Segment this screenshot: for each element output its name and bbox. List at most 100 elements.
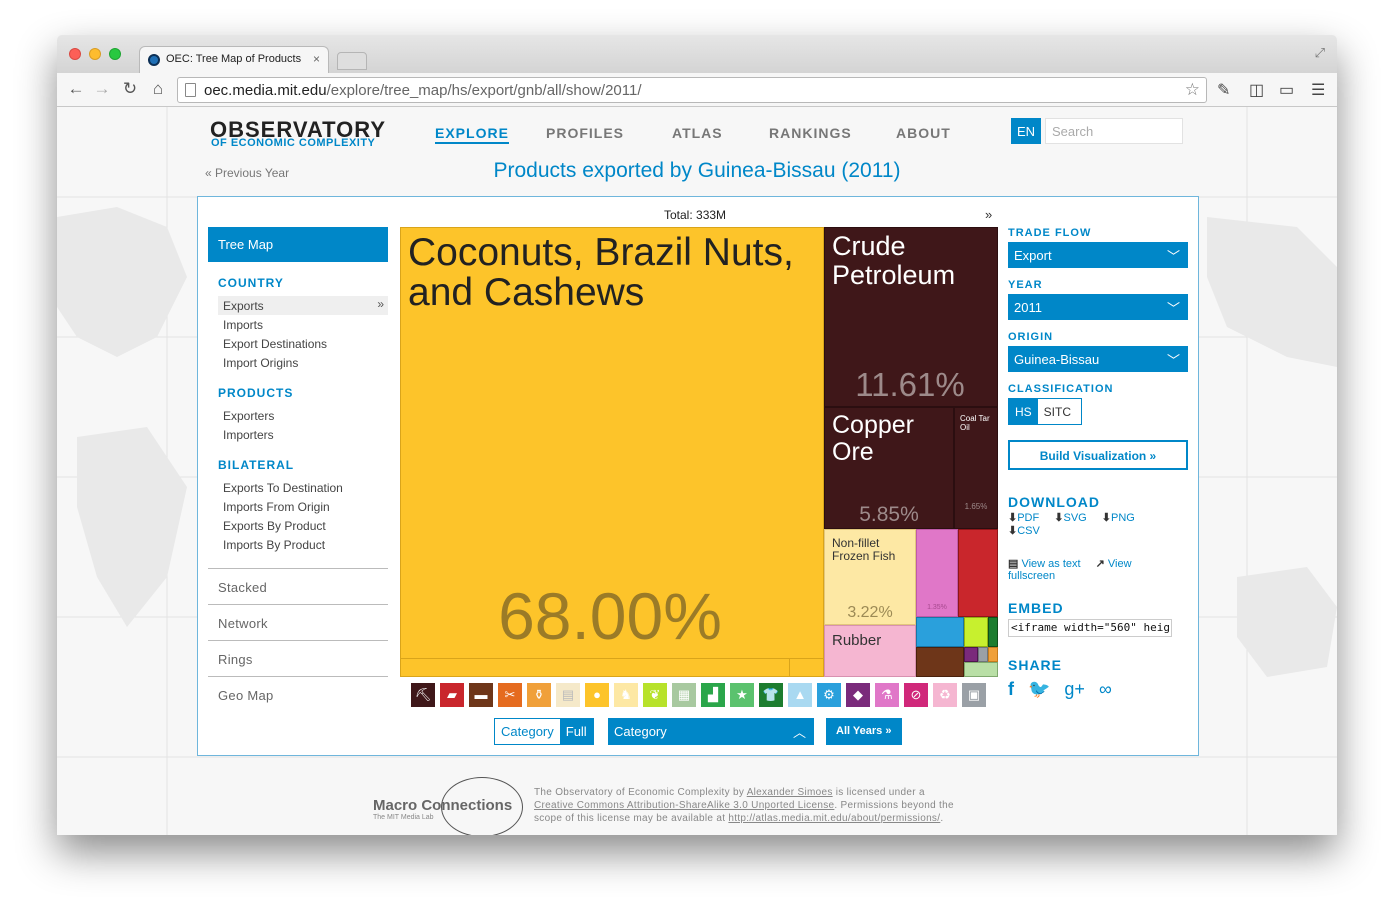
diamond-icon[interactable]: ◆	[846, 683, 870, 707]
dress-icon[interactable]: ▲	[788, 683, 812, 707]
tile-crude-petroleum[interactable]: Crude Petroleum 11.61%	[824, 227, 998, 407]
tile-red[interactable]	[958, 529, 998, 617]
screen-icon[interactable]: ▭	[1279, 80, 1294, 100]
shirt-icon[interactable]: 👕	[759, 683, 783, 707]
expand-arrow-icon[interactable]: »	[985, 207, 992, 222]
tile-purple[interactable]	[964, 647, 978, 662]
all-years-button[interactable]: All Years »	[826, 718, 902, 745]
classification-toggle[interactable]: HS SITC	[1008, 398, 1082, 425]
machine-icon[interactable]: ▦	[672, 683, 696, 707]
star-icon[interactable]: ★	[730, 683, 754, 707]
back-icon[interactable]: ←	[65, 79, 87, 99]
tile-orange[interactable]	[988, 647, 998, 662]
tile-pink[interactable]: 1.35%	[916, 529, 958, 617]
tile-rubber[interactable]: Rubber	[824, 625, 916, 677]
paper-icon[interactable]: ▤	[556, 683, 580, 707]
tile-copper-ore[interactable]: Copper Ore 5.85%	[824, 407, 954, 529]
tile-lime[interactable]	[964, 617, 988, 647]
fullscreen-icon[interactable]: ⤢	[1315, 45, 1325, 61]
year-select[interactable]: 2011 ﹀	[1008, 294, 1188, 320]
tile-blue[interactable]	[916, 617, 964, 647]
toggle-category-option[interactable]: Category	[495, 719, 560, 744]
sidebar-link-geo-map[interactable]: Geo Map	[208, 676, 388, 712]
sidebar-link-rings[interactable]: Rings	[208, 640, 388, 676]
tile-frozen-fish[interactable]: Non-fillet Frozen Fish 3.22%	[824, 529, 916, 625]
anvil-icon[interactable]: ▬	[469, 683, 493, 707]
nav-atlas[interactable]: ATLAS	[672, 125, 723, 141]
sidebar-item-exports[interactable]: Exports »	[218, 296, 388, 315]
language-button[interactable]: EN	[1011, 118, 1041, 144]
new-tab-button[interactable]	[337, 52, 367, 70]
trade-flow-select[interactable]: Export ﹀	[1008, 242, 1188, 268]
forward-icon[interactable]: →	[91, 79, 113, 99]
search-input[interactable]: Search	[1045, 118, 1183, 144]
grain-icon[interactable]: ❦	[643, 683, 667, 707]
tile-green[interactable]	[988, 617, 998, 647]
tools-icon[interactable]: ✂	[498, 683, 522, 707]
recycle-icon[interactable]: ♻	[933, 683, 957, 707]
wrench-icon[interactable]: ✎	[1217, 80, 1230, 100]
close-window-button[interactable]	[69, 48, 81, 60]
build-visualization-button[interactable]: Build Visualization »	[1008, 440, 1188, 470]
google-plus-icon[interactable]: g+	[1064, 679, 1085, 699]
flask-icon[interactable]: ⚗	[875, 683, 899, 707]
classification-sitc-option[interactable]: SITC	[1038, 399, 1077, 424]
download-svg-link[interactable]: ⬇SVG	[1054, 512, 1092, 524]
minimize-window-button[interactable]	[89, 48, 101, 60]
nav-rankings[interactable]: RANKINGS	[769, 125, 852, 141]
facebook-icon[interactable]: f	[1008, 679, 1014, 699]
sidebar-item-imports[interactable]: Imports	[208, 315, 388, 334]
toggle-full-option[interactable]: Full	[559, 719, 593, 744]
embed-code-input[interactable]: <iframe width="560" height="315"	[1008, 619, 1172, 637]
tile-coconuts[interactable]: Coconuts, Brazil Nuts, and Cashews 68.00…	[400, 227, 824, 677]
sidebar-item-imports-from-origin[interactable]: Imports From Origin	[208, 497, 388, 516]
nav-profiles[interactable]: PROFILES	[546, 125, 624, 141]
tab-close-button[interactable]: ×	[313, 52, 320, 66]
cow-icon[interactable]: ♞	[614, 683, 638, 707]
nav-explore[interactable]: EXPLORE	[435, 125, 509, 144]
sidebar-item-import-origins[interactable]: Import Origins	[208, 353, 388, 372]
tile-grey[interactable]	[978, 647, 988, 662]
tile-coal-tar-oil[interactable]: Coal Tar Oil 1.65%	[954, 407, 998, 529]
sidebar-item-tree-map[interactable]: Tree Map	[208, 227, 388, 262]
sidebar-item-importers[interactable]: Importers	[208, 425, 388, 444]
sidebar-item-imports-by-product[interactable]: Imports By Product	[208, 535, 388, 554]
home-icon[interactable]: ⌂	[147, 79, 169, 99]
pickaxe-icon[interactable]: ⛏	[411, 683, 435, 707]
gears-icon[interactable]: ⚙	[817, 683, 841, 707]
address-bar[interactable]: oec.media.mit.edu/explore/tree_map/hs/ex…	[177, 77, 1207, 103]
download-csv-link[interactable]: ⬇CSV	[1008, 525, 1046, 537]
license-link[interactable]: Creative Commons Attribution-ShareAlike …	[534, 800, 834, 811]
nav-about[interactable]: ABOUT	[896, 125, 951, 141]
sidebar-link-network[interactable]: Network	[208, 604, 388, 640]
extension-icon[interactable]: ◫	[1249, 80, 1264, 100]
reload-icon[interactable]: ↻	[119, 79, 141, 99]
fruit-icon[interactable]: ●	[585, 683, 609, 707]
sidebar-item-exports-to-destination[interactable]: Exports To Destination	[208, 478, 388, 497]
link-icon[interactable]: ∞	[1099, 679, 1112, 699]
no-icon[interactable]: ⊘	[904, 683, 928, 707]
menu-icon[interactable]: ☰	[1311, 80, 1325, 100]
view-as-text-link[interactable]: ▤ View as text	[1008, 558, 1087, 570]
tile-pale-green[interactable]	[964, 662, 998, 677]
tile-brown[interactable]	[916, 647, 964, 677]
download-png-link[interactable]: ⬇PNG	[1102, 512, 1141, 524]
sidebar-item-exports-by-product[interactable]: Exports By Product	[208, 516, 388, 535]
shoe-icon[interactable]: ▟	[701, 683, 725, 707]
sidebar-item-export-destinations[interactable]: Export Destinations	[208, 334, 388, 353]
category-select[interactable]: Category ︿	[608, 718, 814, 745]
box-icon[interactable]: ▣	[962, 683, 986, 707]
classification-hs-option[interactable]: HS	[1009, 399, 1038, 424]
download-pdf-link[interactable]: ⬇PDF	[1008, 512, 1045, 524]
tree-map[interactable]: Coconuts, Brazil Nuts, and Cashews 68.00…	[400, 227, 998, 677]
permissions-link[interactable]: http://atlas.media.mit.edu/about/permiss…	[728, 813, 940, 824]
twitter-icon[interactable]: 🐦	[1028, 679, 1050, 699]
footer-logo[interactable]: Macro Connections	[373, 797, 512, 814]
browser-tab[interactable]: OEC: Tree Map of Products ×	[139, 46, 329, 73]
slab-icon[interactable]: ▰	[440, 683, 464, 707]
sidebar-item-exporters[interactable]: Exporters	[208, 406, 388, 425]
author-link[interactable]: Alexander Simoes	[747, 787, 833, 798]
category-toggle[interactable]: Category Full	[494, 718, 594, 745]
origin-select[interactable]: Guinea-Bissau ﹀	[1008, 346, 1188, 372]
bookmark-star-icon[interactable]: ☆	[1185, 80, 1200, 100]
